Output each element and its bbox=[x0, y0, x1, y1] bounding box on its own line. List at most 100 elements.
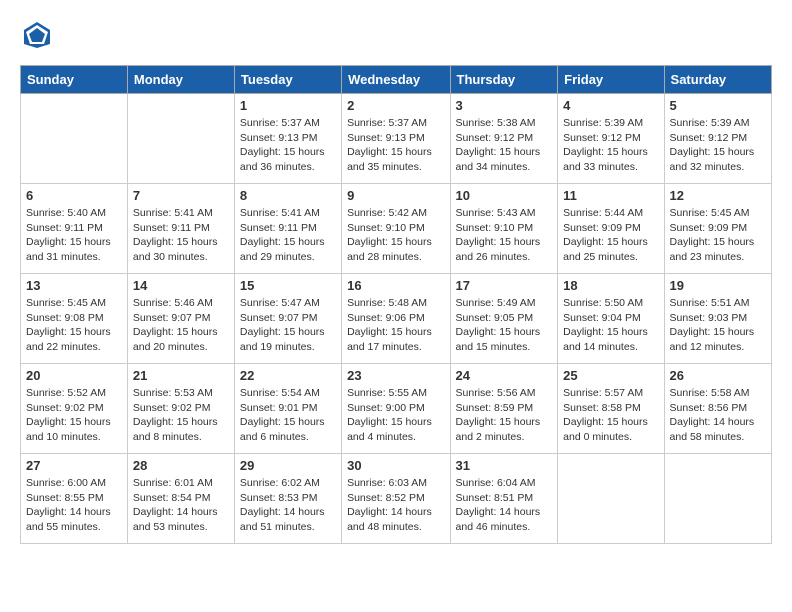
day-number: 30 bbox=[347, 458, 444, 473]
calendar-cell: 7 Sunrise: 5:41 AMSunset: 9:11 PMDaylight… bbox=[127, 184, 234, 274]
day-number: 25 bbox=[563, 368, 658, 383]
calendar-cell: 21Sunrise: 5:53 AMSunset: 9:02 PMDayligh… bbox=[127, 364, 234, 454]
calendar-cell: 8 Sunrise: 5:41 AMSunset: 9:11 PMDaylight… bbox=[234, 184, 341, 274]
calendar-cell: 16Sunrise: 5:48 AMSunset: 9:06 PMDayligh… bbox=[342, 274, 450, 364]
day-number: 9 bbox=[347, 188, 444, 203]
logo bbox=[20, 20, 52, 55]
calendar-cell: 4Sunrise: 5:39 AMSunset: 9:12 PMDaylight… bbox=[558, 94, 664, 184]
calendar-cell: 26 Sunrise: 5:58 AMSunset: 8:56 PMDayligh… bbox=[664, 364, 771, 454]
calendar-cell: 20Sunrise: 5:52 AMSunset: 9:02 PMDayligh… bbox=[21, 364, 128, 454]
day-number: 10 bbox=[456, 188, 553, 203]
day-number: 17 bbox=[456, 278, 553, 293]
day-number: 14 bbox=[133, 278, 229, 293]
calendar-cell: 22 Sunrise: 5:54 AMSunset: 9:01 PMDayligh… bbox=[234, 364, 341, 454]
day-info: Sunrise: 5:55 AMSunset: 9:00 PMDaylight:… bbox=[347, 386, 444, 445]
calendar-cell: 1 Sunrise: 5:37 AMSunset: 9:13 PMDaylight… bbox=[234, 94, 341, 184]
day-info: Sunrise: 6:00 AMSunset: 8:55 PMDaylight:… bbox=[26, 476, 122, 535]
calendar-cell: 9 Sunrise: 5:42 AMSunset: 9:10 PMDaylight… bbox=[342, 184, 450, 274]
day-info: Sunrise: 6:02 AMSunset: 8:53 PMDaylight:… bbox=[240, 476, 336, 535]
day-number: 26 bbox=[670, 368, 766, 383]
day-info: Sunrise: 5:48 AMSunset: 9:06 PMDaylight:… bbox=[347, 296, 444, 355]
day-info: Sunrise: 5:42 AMSunset: 9:10 PMDaylight:… bbox=[347, 206, 444, 265]
day-info: Sunrise: 5:53 AMSunset: 9:02 PMDaylight:… bbox=[133, 386, 229, 445]
calendar-cell: 6 Sunrise: 5:40 AMSunset: 9:11 PMDaylight… bbox=[21, 184, 128, 274]
calendar-cell: 31 Sunrise: 6:04 AMSunset: 8:51 PMDayligh… bbox=[450, 454, 558, 544]
day-header-saturday: Saturday bbox=[664, 66, 771, 94]
calendar-cell: 25 Sunrise: 5:57 AMSunset: 8:58 PMDayligh… bbox=[558, 364, 664, 454]
day-info: Sunrise: 5:56 AMSunset: 8:59 PMDaylight:… bbox=[456, 386, 553, 445]
day-info: Sunrise: 5:47 AMSunset: 9:07 PMDaylight:… bbox=[240, 296, 336, 355]
day-number: 18 bbox=[563, 278, 658, 293]
day-info: Sunrise: 5:54 AMSunset: 9:01 PMDaylight:… bbox=[240, 386, 336, 445]
week-row-3: 13 Sunrise: 5:45 AMSunset: 9:08 PMDayligh… bbox=[21, 274, 772, 364]
calendar-cell: 13 Sunrise: 5:45 AMSunset: 9:08 PMDayligh… bbox=[21, 274, 128, 364]
calendar-cell: 19 Sunrise: 5:51 AMSunset: 9:03 PMDayligh… bbox=[664, 274, 771, 364]
day-number: 5 bbox=[670, 98, 766, 113]
calendar-table: SundayMondayTuesdayWednesdayThursdayFrid… bbox=[20, 65, 772, 544]
calendar-cell: 15 Sunrise: 5:47 AMSunset: 9:07 PMDayligh… bbox=[234, 274, 341, 364]
day-number: 29 bbox=[240, 458, 336, 473]
day-header-thursday: Thursday bbox=[450, 66, 558, 94]
day-info: Sunrise: 5:39 AMSunset: 9:12 PMDaylight:… bbox=[670, 116, 766, 175]
day-header-friday: Friday bbox=[558, 66, 664, 94]
calendar-cell: 29 Sunrise: 6:02 AMSunset: 8:53 PMDayligh… bbox=[234, 454, 341, 544]
day-header-monday: Monday bbox=[127, 66, 234, 94]
calendar-cell: 11 Sunrise: 5:44 AMSunset: 9:09 PMDayligh… bbox=[558, 184, 664, 274]
day-number: 15 bbox=[240, 278, 336, 293]
day-info: Sunrise: 5:43 AMSunset: 9:10 PMDaylight:… bbox=[456, 206, 553, 265]
calendar-cell: 3Sunrise: 5:38 AMSunset: 9:12 PMDaylight… bbox=[450, 94, 558, 184]
calendar-cell: 17 Sunrise: 5:49 AMSunset: 9:05 PMDayligh… bbox=[450, 274, 558, 364]
day-number: 2 bbox=[347, 98, 444, 113]
day-number: 23 bbox=[347, 368, 444, 383]
day-info: Sunrise: 5:57 AMSunset: 8:58 PMDaylight:… bbox=[563, 386, 658, 445]
calendar-cell: 14Sunrise: 5:46 AMSunset: 9:07 PMDayligh… bbox=[127, 274, 234, 364]
day-info: Sunrise: 5:44 AMSunset: 9:09 PMDaylight:… bbox=[563, 206, 658, 265]
day-number: 13 bbox=[26, 278, 122, 293]
calendar-cell: 18 Sunrise: 5:50 AMSunset: 9:04 PMDayligh… bbox=[558, 274, 664, 364]
day-number: 22 bbox=[240, 368, 336, 383]
day-header-tuesday: Tuesday bbox=[234, 66, 341, 94]
header-row: SundayMondayTuesdayWednesdayThursdayFrid… bbox=[21, 66, 772, 94]
day-info: Sunrise: 5:51 AMSunset: 9:03 PMDaylight:… bbox=[670, 296, 766, 355]
day-info: Sunrise: 5:45 AMSunset: 9:08 PMDaylight:… bbox=[26, 296, 122, 355]
day-number: 12 bbox=[670, 188, 766, 203]
day-number: 19 bbox=[670, 278, 766, 293]
day-info: Sunrise: 5:41 AMSunset: 9:11 PMDaylight:… bbox=[133, 206, 229, 265]
calendar-cell bbox=[127, 94, 234, 184]
week-row-5: 27 Sunrise: 6:00 AMSunset: 8:55 PMDayligh… bbox=[21, 454, 772, 544]
day-number: 7 bbox=[133, 188, 229, 203]
day-info: Sunrise: 6:03 AMSunset: 8:52 PMDaylight:… bbox=[347, 476, 444, 535]
day-info: Sunrise: 6:04 AMSunset: 8:51 PMDaylight:… bbox=[456, 476, 553, 535]
day-info: Sunrise: 5:38 AMSunset: 9:12 PMDaylight:… bbox=[456, 116, 553, 175]
day-number: 27 bbox=[26, 458, 122, 473]
day-info: Sunrise: 5:41 AMSunset: 9:11 PMDaylight:… bbox=[240, 206, 336, 265]
day-info: Sunrise: 6:01 AMSunset: 8:54 PMDaylight:… bbox=[133, 476, 229, 535]
calendar-cell: 2 Sunrise: 5:37 AMSunset: 9:13 PMDaylight… bbox=[342, 94, 450, 184]
day-number: 8 bbox=[240, 188, 336, 203]
day-info: Sunrise: 5:37 AMSunset: 9:13 PMDaylight:… bbox=[240, 116, 336, 175]
calendar-cell bbox=[558, 454, 664, 544]
calendar-cell: 5 Sunrise: 5:39 AMSunset: 9:12 PMDaylight… bbox=[664, 94, 771, 184]
calendar-cell: 30 Sunrise: 6:03 AMSunset: 8:52 PMDayligh… bbox=[342, 454, 450, 544]
day-info: Sunrise: 5:49 AMSunset: 9:05 PMDaylight:… bbox=[456, 296, 553, 355]
calendar-cell bbox=[664, 454, 771, 544]
day-number: 1 bbox=[240, 98, 336, 113]
day-info: Sunrise: 5:40 AMSunset: 9:11 PMDaylight:… bbox=[26, 206, 122, 265]
day-number: 20 bbox=[26, 368, 122, 383]
calendar-cell: 10 Sunrise: 5:43 AMSunset: 9:10 PMDayligh… bbox=[450, 184, 558, 274]
calendar-cell: 24 Sunrise: 5:56 AMSunset: 8:59 PMDayligh… bbox=[450, 364, 558, 454]
day-info: Sunrise: 5:45 AMSunset: 9:09 PMDaylight:… bbox=[670, 206, 766, 265]
week-row-2: 6 Sunrise: 5:40 AMSunset: 9:11 PMDaylight… bbox=[21, 184, 772, 274]
day-number: 6 bbox=[26, 188, 122, 203]
day-info: Sunrise: 5:50 AMSunset: 9:04 PMDaylight:… bbox=[563, 296, 658, 355]
week-row-4: 20Sunrise: 5:52 AMSunset: 9:02 PMDayligh… bbox=[21, 364, 772, 454]
calendar-cell: 27 Sunrise: 6:00 AMSunset: 8:55 PMDayligh… bbox=[21, 454, 128, 544]
week-row-1: 1 Sunrise: 5:37 AMSunset: 9:13 PMDaylight… bbox=[21, 94, 772, 184]
day-info: Sunrise: 5:58 AMSunset: 8:56 PMDaylight:… bbox=[670, 386, 766, 445]
day-header-sunday: Sunday bbox=[21, 66, 128, 94]
day-number: 31 bbox=[456, 458, 553, 473]
day-number: 11 bbox=[563, 188, 658, 203]
day-number: 24 bbox=[456, 368, 553, 383]
day-info: Sunrise: 5:37 AMSunset: 9:13 PMDaylight:… bbox=[347, 116, 444, 175]
day-info: Sunrise: 5:39 AMSunset: 9:12 PMDaylight:… bbox=[563, 116, 658, 175]
